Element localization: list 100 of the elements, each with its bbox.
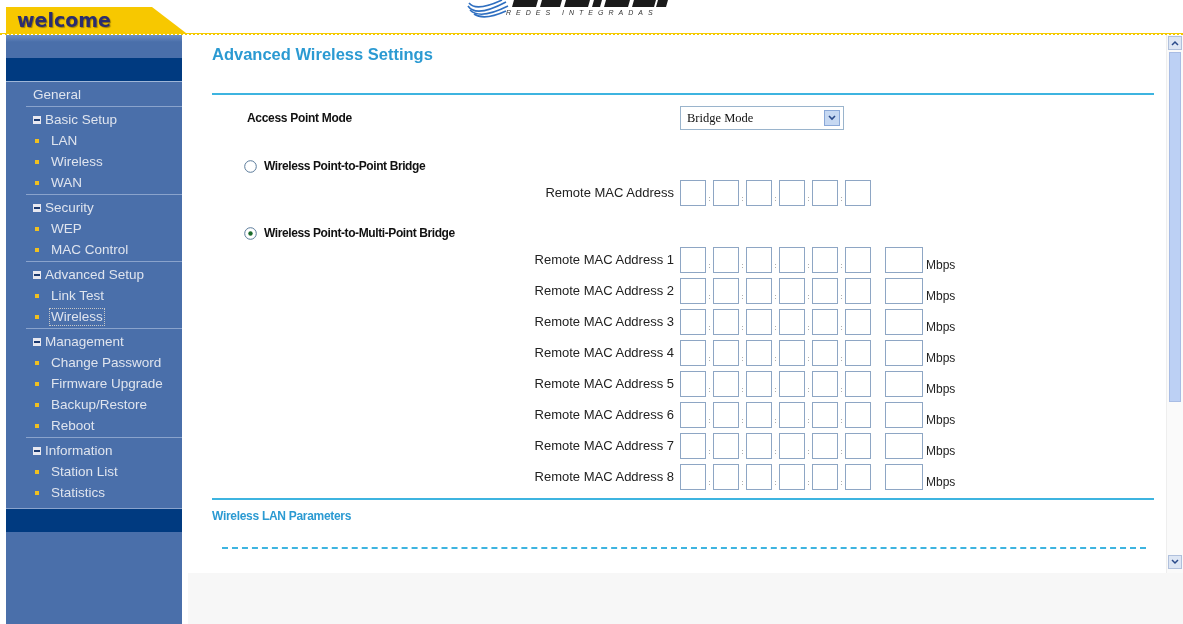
mac-octet-field[interactable] — [845, 277, 871, 304]
nav-link[interactable]: Wireless — [49, 152, 105, 171]
mac-octet-field[interactable] — [713, 401, 739, 428]
rate-field[interactable] — [885, 277, 923, 304]
mac-octet-field[interactable] — [812, 246, 838, 273]
mac-octet-field[interactable] — [845, 308, 871, 335]
scroll-down-icon[interactable] — [1168, 555, 1182, 569]
nav-link[interactable]: Firmware Upgrade — [49, 374, 165, 393]
nav-link[interactable]: Link Test — [49, 286, 107, 305]
mac-octet-field[interactable] — [746, 432, 772, 459]
mac-octet-field[interactable] — [845, 432, 871, 459]
mac-octet-field[interactable] — [845, 339, 871, 366]
mac-octet-field[interactable] — [680, 179, 706, 206]
mac-octet-field[interactable] — [713, 463, 739, 490]
mac-octet-field[interactable] — [680, 277, 706, 304]
mac-address-label: Remote MAC Address 4 — [533, 345, 675, 360]
minus-icon[interactable] — [33, 270, 41, 279]
mac-octet-field[interactable] — [812, 370, 838, 397]
mac-octet-field[interactable] — [746, 339, 772, 366]
mac-octet-field[interactable] — [713, 370, 739, 397]
mac-octet-field[interactable] — [779, 401, 805, 428]
mac-octet-field[interactable] — [746, 463, 772, 490]
unit-label: Mbps — [926, 475, 956, 489]
nav-link[interactable]: LAN — [49, 131, 80, 150]
mac-octet-field[interactable] — [680, 339, 706, 366]
unit-label: Mbps — [926, 289, 956, 303]
mac-octet-field[interactable] — [779, 246, 805, 273]
mac-octet-field[interactable] — [845, 179, 871, 206]
nav-group-title: Basic Setup — [45, 112, 118, 127]
mac-octet-field[interactable] — [713, 277, 739, 304]
scroll-up-icon[interactable] — [1168, 36, 1182, 50]
nav-link[interactable]: MAC Control — [49, 240, 131, 259]
mac-octet-field[interactable] — [812, 463, 838, 490]
nav-link[interactable]: WEP — [49, 219, 84, 238]
scrollbar-thumb[interactable] — [1169, 52, 1181, 402]
mac-octet-field[interactable] — [680, 370, 706, 397]
minus-icon[interactable] — [33, 115, 41, 124]
nav-link[interactable]: Backup/Restore — [49, 395, 150, 414]
mac-octet-field[interactable] — [812, 308, 838, 335]
radio-button[interactable] — [244, 159, 257, 173]
mac-octet-field[interactable] — [779, 339, 805, 366]
mode-select[interactable]: Bridge Mode — [680, 106, 844, 130]
mac-octet-field[interactable] — [779, 308, 805, 335]
mac-octet-field[interactable] — [746, 370, 772, 397]
mac-octet-field[interactable] — [845, 370, 871, 397]
mac-octet-field[interactable] — [779, 277, 805, 304]
mac-octet-field[interactable] — [680, 401, 706, 428]
nav-link[interactable]: Change Password — [49, 353, 164, 372]
nav-link[interactable]: Reboot — [49, 416, 97, 435]
rate-field[interactable] — [885, 432, 923, 459]
mac-octet-field[interactable] — [845, 246, 871, 273]
mac-octet-field[interactable] — [812, 401, 838, 428]
nav-group-title: Advanced Setup — [45, 267, 145, 282]
mac-octet-field[interactable] — [779, 179, 805, 206]
mac-octet-field[interactable] — [746, 179, 772, 206]
mac-octet-field[interactable] — [713, 308, 739, 335]
mac-octet-field[interactable] — [680, 308, 706, 335]
mac-octet-field[interactable] — [812, 339, 838, 366]
mac-address-label: Remote MAC Address 8 — [533, 469, 675, 484]
radio-button[interactable] — [244, 226, 257, 240]
mac-octet-field[interactable] — [812, 179, 838, 206]
radio-label: Wireless Point-to-Multi-Point Bridge — [264, 226, 455, 240]
mac-octet-field[interactable] — [746, 246, 772, 273]
bullet-icon — [35, 469, 39, 474]
mac-octet-field[interactable] — [680, 246, 706, 273]
mac-octet-field[interactable] — [680, 432, 706, 459]
minus-icon[interactable] — [33, 446, 41, 455]
mac-octet-field[interactable] — [845, 463, 871, 490]
nav-link[interactable]: Statistics — [49, 483, 107, 502]
mac-octet-field[interactable] — [713, 179, 739, 206]
rate-field[interactable] — [885, 463, 923, 490]
mac-octet-field[interactable] — [812, 432, 838, 459]
unit-label: Mbps — [926, 413, 956, 427]
nav-link[interactable]: Station List — [49, 462, 120, 481]
mac-octet-field[interactable] — [713, 339, 739, 366]
mac-octet-field[interactable] — [779, 432, 805, 459]
mac-octet-field[interactable] — [779, 463, 805, 490]
unit-label: Mbps — [926, 351, 956, 365]
mac-octet-field[interactable] — [779, 370, 805, 397]
mac-octet-field[interactable] — [746, 308, 772, 335]
unit-label: Mbps — [926, 320, 956, 334]
rate-field[interactable] — [885, 370, 923, 397]
nav-link[interactable]: WAN — [49, 173, 84, 192]
mac-octet-field[interactable] — [746, 401, 772, 428]
mac-octet-field[interactable] — [746, 277, 772, 304]
rate-field[interactable] — [885, 401, 923, 428]
rate-field[interactable] — [885, 246, 923, 273]
rate-field[interactable] — [885, 339, 923, 366]
mac-octet-field[interactable] — [713, 246, 739, 273]
nav-link[interactable]: Wireless — [49, 307, 105, 326]
unit-label: Mbps — [926, 382, 956, 396]
nav-link[interactable]: General — [26, 84, 182, 105]
minus-icon[interactable] — [33, 203, 41, 212]
mac-octet-field[interactable] — [713, 432, 739, 459]
mac-octet-field[interactable] — [680, 463, 706, 490]
minus-icon[interactable] — [33, 337, 41, 346]
rate-field[interactable] — [885, 308, 923, 335]
mac-octet-field[interactable] — [845, 401, 871, 428]
mac-octet-field[interactable] — [812, 277, 838, 304]
bullet-icon — [35, 423, 39, 428]
